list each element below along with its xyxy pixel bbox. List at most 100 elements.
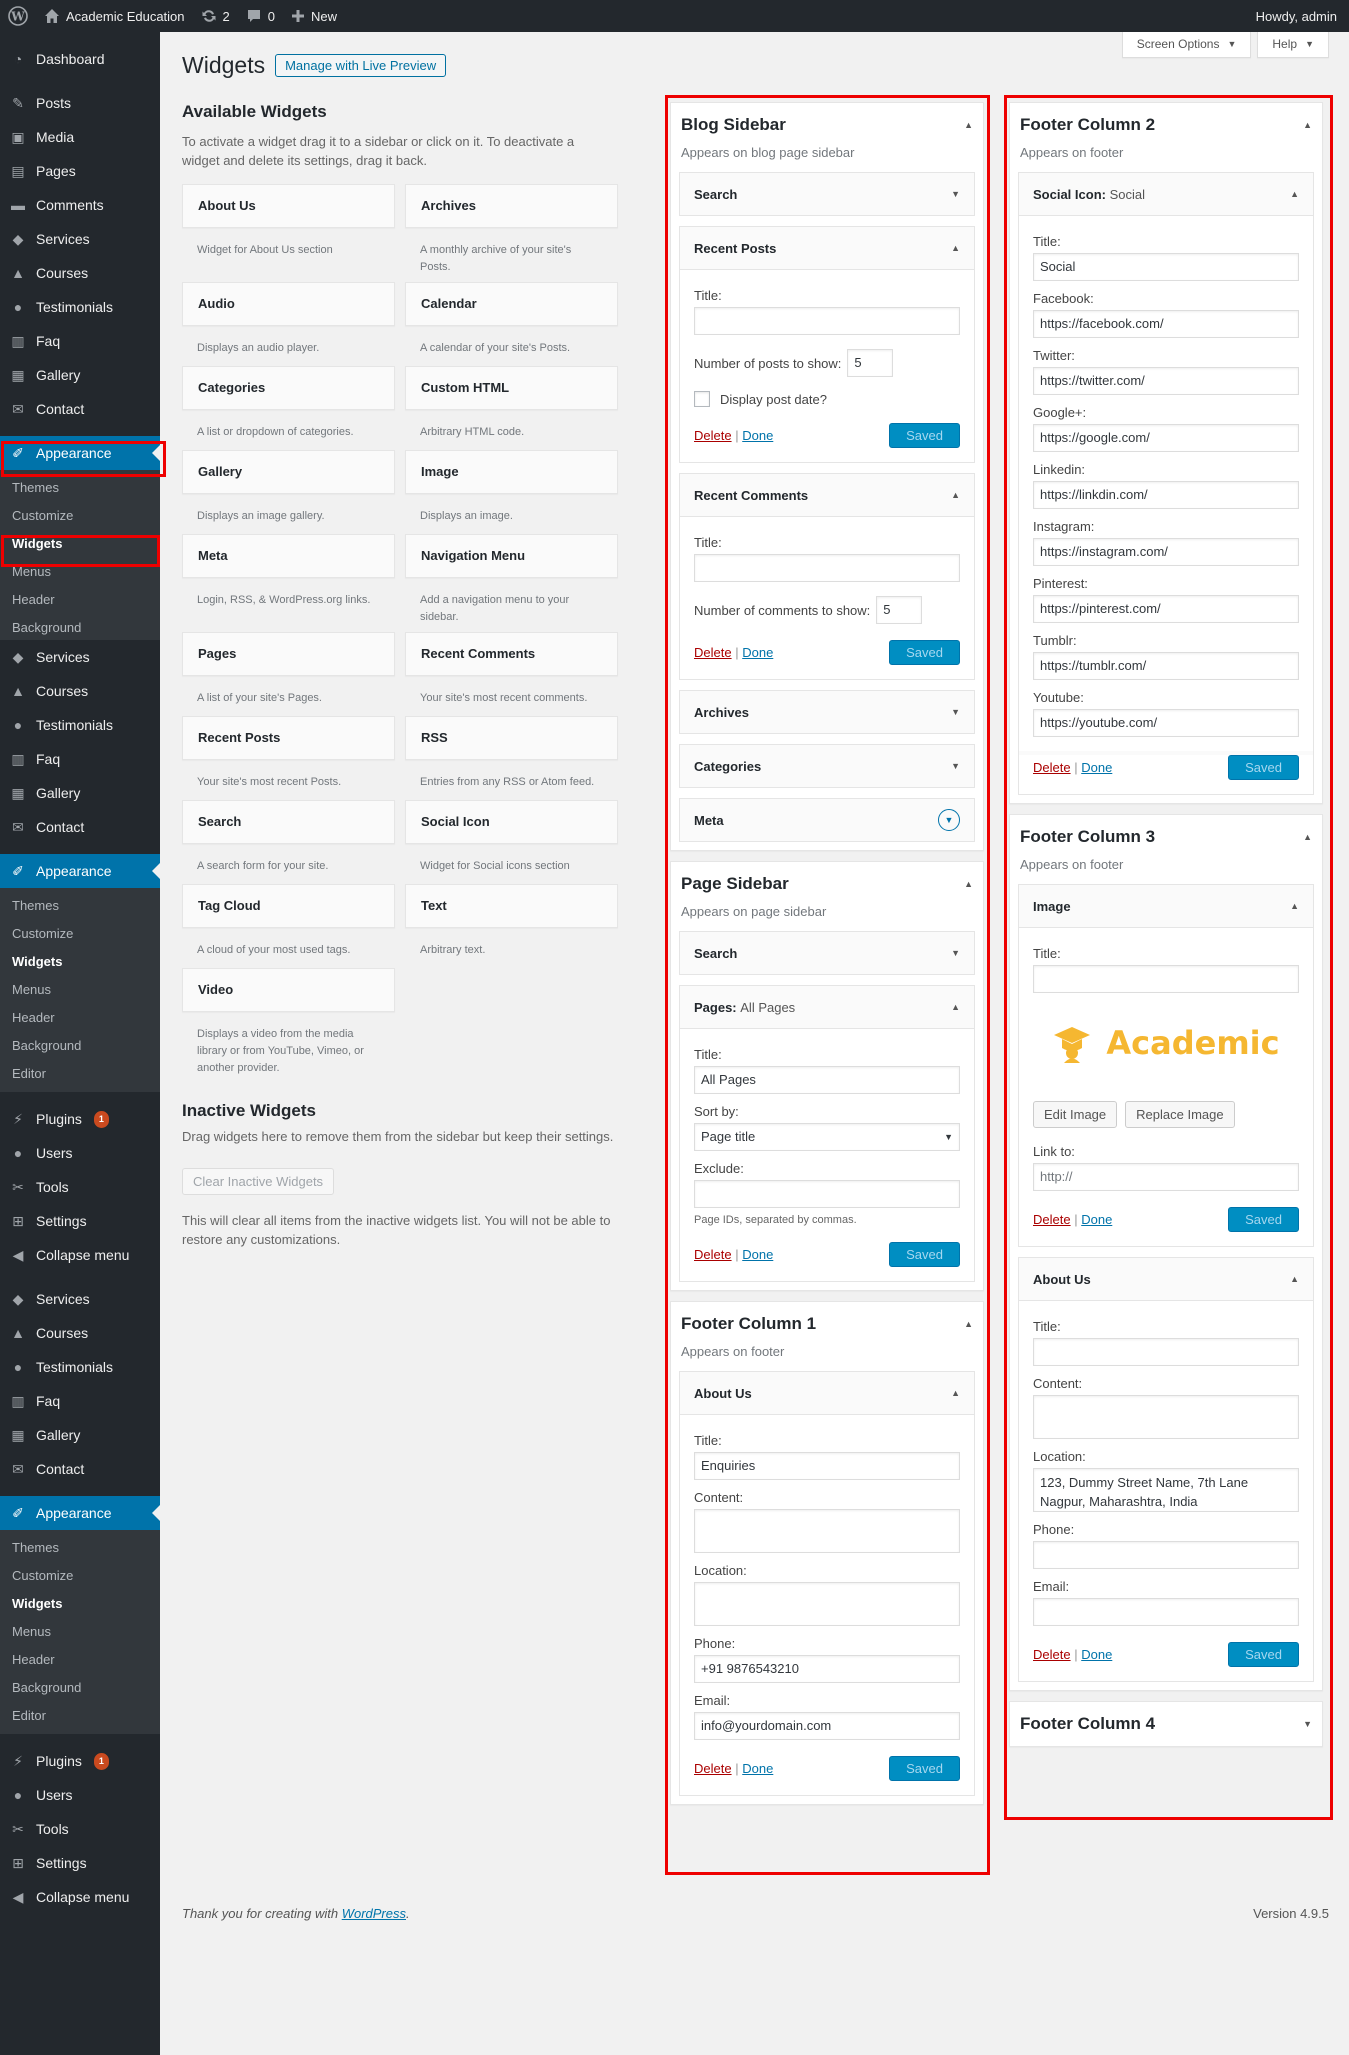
menu-plugins[interactable]: ⚡ Plugins 1 — [0, 1744, 160, 1778]
available-widget-title[interactable]: Recent Comments — [405, 632, 618, 676]
delete-link[interactable]: Delete — [1033, 760, 1071, 775]
menu-appearance[interactable]: ✐ Appearance — [0, 436, 160, 470]
menu-gallery[interactable]: ▦ Gallery — [0, 358, 160, 392]
caret-up-icon[interactable]: ▲ — [951, 490, 960, 500]
exclude-input[interactable] — [694, 1180, 960, 1208]
edit-image-button[interactable]: Edit Image — [1033, 1101, 1118, 1128]
available-widget[interactable]: Archives A monthly archive of your site's… — [405, 184, 618, 282]
submenu-editor[interactable]: Editor — [0, 1702, 160, 1730]
new-content-link[interactable]: New — [283, 0, 345, 32]
submenu-widgets[interactable]: Widgets — [0, 948, 160, 976]
menu-settings[interactable]: ⊞ Settings — [0, 1846, 160, 1880]
available-widget-title[interactable]: Navigation Menu — [405, 534, 618, 578]
available-widget[interactable]: Social Icon Widget for Social icons secti… — [405, 800, 618, 884]
submenu-customize[interactable]: Customize — [0, 502, 160, 530]
available-widget[interactable]: Navigation Menu Add a navigation menu to … — [405, 534, 618, 632]
available-widget[interactable]: About Us Widget for About Us section — [182, 184, 395, 282]
footer-column-4-header[interactable]: Footer Column 4 ▼ — [1018, 1702, 1314, 1746]
menu-faq[interactable]: ▥ Faq — [0, 742, 160, 776]
saved-button[interactable]: Saved — [889, 1756, 960, 1781]
content-textarea[interactable] — [1033, 1395, 1299, 1439]
social-url-input[interactable]: https://instagram.com/ — [1033, 538, 1299, 566]
saved-button[interactable]: Saved — [889, 1242, 960, 1267]
menu-tools[interactable]: ✂ Tools — [0, 1170, 160, 1204]
caret-down-icon[interactable]: ▼ — [951, 761, 960, 771]
available-widget-title[interactable]: Calendar — [405, 282, 618, 326]
widget-header[interactable]: Social Icon: Social ▲ — [1019, 173, 1313, 215]
caret-up-icon[interactable]: ▲ — [1290, 189, 1299, 199]
done-link[interactable]: Done — [1081, 1647, 1112, 1662]
delete-link[interactable]: Delete — [694, 1247, 732, 1262]
available-widget[interactable]: Search A search form for your site. — [182, 800, 395, 884]
widget-header[interactable]: Recent Posts ▲ — [680, 227, 974, 269]
social-url-input[interactable]: https://linkdin.com/ — [1033, 481, 1299, 509]
submenu-header[interactable]: Header — [0, 586, 160, 614]
caret-up-icon[interactable]: ▲ — [951, 243, 960, 253]
location-textarea[interactable] — [694, 1582, 960, 1626]
saved-button[interactable]: Saved — [889, 423, 960, 448]
blog-sidebar-header[interactable]: Blog Sidebar ▲ — [679, 103, 975, 147]
live-preview-button[interactable]: Manage with Live Preview — [275, 54, 447, 77]
delete-link[interactable]: Delete — [1033, 1212, 1071, 1227]
submenu-menus[interactable]: Menus — [0, 1618, 160, 1646]
widget-header[interactable]: About Us ▲ — [680, 1372, 974, 1414]
social-url-input[interactable]: https://google.com/ — [1033, 424, 1299, 452]
caret-up-icon[interactable]: ▲ — [964, 879, 973, 889]
menu-settings[interactable]: ⊞ Settings — [0, 1204, 160, 1238]
menu-gallery[interactable]: ▦ Gallery — [0, 776, 160, 810]
caret-down-icon[interactable]: ▼ — [1303, 1719, 1312, 1729]
done-link[interactable]: Done — [1081, 1212, 1112, 1227]
number-input[interactable]: 5 — [847, 349, 894, 377]
menu-testimonials[interactable]: ● Testimonials — [0, 290, 160, 324]
available-widget-title[interactable]: Audio — [182, 282, 395, 326]
menu-collapse[interactable]: ◀ Collapse menu — [0, 1238, 160, 1272]
menu-collapse[interactable]: ◀ Collapse menu — [0, 1880, 160, 1914]
delete-link[interactable]: Delete — [694, 428, 732, 443]
menu-posts[interactable]: ✎ Posts — [0, 86, 160, 120]
widget-meta[interactable]: Meta ▼ — [679, 798, 975, 842]
delete-link[interactable]: Delete — [1033, 1647, 1071, 1662]
done-link[interactable]: Done — [742, 1247, 773, 1262]
menu-tools[interactable]: ✂ Tools — [0, 1812, 160, 1846]
wordpress-logo-icon[interactable]: W — [0, 0, 36, 32]
available-widget[interactable]: Recent Posts Your site's most recent Post… — [182, 716, 395, 800]
caret-up-icon[interactable]: ▲ — [964, 1319, 973, 1329]
title-input[interactable]: Social — [1033, 253, 1299, 281]
available-widget-title[interactable]: Search — [182, 800, 395, 844]
menu-appearance[interactable]: ✐ Appearance — [0, 854, 160, 888]
menu-comments[interactable]: ▬ Comments — [0, 188, 160, 222]
title-input[interactable] — [1033, 965, 1299, 993]
title-input[interactable] — [1033, 1338, 1299, 1366]
submenu-widgets[interactable]: Widgets — [0, 530, 160, 558]
menu-courses[interactable]: ▲ Courses — [0, 256, 160, 290]
delete-link[interactable]: Delete — [694, 1761, 732, 1776]
my-account-link[interactable]: Howdy, admin — [1248, 0, 1349, 32]
available-widget[interactable]: Tag Cloud A cloud of your most used tags. — [182, 884, 395, 968]
available-widget[interactable]: Pages A list of your site's Pages. — [182, 632, 395, 716]
widget-search[interactable]: Search ▼ — [679, 931, 975, 975]
title-input[interactable] — [694, 554, 960, 582]
done-link[interactable]: Done — [742, 645, 773, 660]
clear-inactive-button[interactable]: Clear Inactive Widgets — [182, 1168, 335, 1195]
menu-contact[interactable]: ✉ Contact — [0, 392, 160, 426]
social-url-input[interactable]: https://twitter.com/ — [1033, 367, 1299, 395]
page-sidebar-header[interactable]: Page Sidebar ▲ — [679, 862, 975, 906]
widget-search[interactable]: Search ▼ — [679, 172, 975, 216]
delete-link[interactable]: Delete — [694, 645, 732, 660]
wordpress-link[interactable]: WordPress — [342, 1906, 406, 1921]
widget-header[interactable]: About Us ▲ — [1019, 1258, 1313, 1300]
email-input[interactable] — [1033, 1598, 1299, 1626]
updates-link[interactable]: 2 — [193, 0, 238, 32]
email-input[interactable]: info@yourdomain.com — [694, 1712, 960, 1740]
replace-image-button[interactable]: Replace Image — [1125, 1101, 1235, 1128]
available-widget-title[interactable]: Categories — [182, 366, 395, 410]
available-widget[interactable]: Gallery Displays an image gallery. — [182, 450, 395, 534]
available-widget-title[interactable]: Meta — [182, 534, 395, 578]
available-widget[interactable]: Meta Login, RSS, & WordPress.org links. — [182, 534, 395, 632]
available-widget[interactable]: Image Displays an image. — [405, 450, 618, 534]
saved-button[interactable]: Saved — [1228, 755, 1299, 780]
widget-categories[interactable]: Categories ▼ — [679, 744, 975, 788]
available-widget[interactable]: Calendar A calendar of your site's Posts. — [405, 282, 618, 366]
widget-archives[interactable]: Archives ▼ — [679, 690, 975, 734]
number-input[interactable]: 5 — [876, 596, 923, 624]
